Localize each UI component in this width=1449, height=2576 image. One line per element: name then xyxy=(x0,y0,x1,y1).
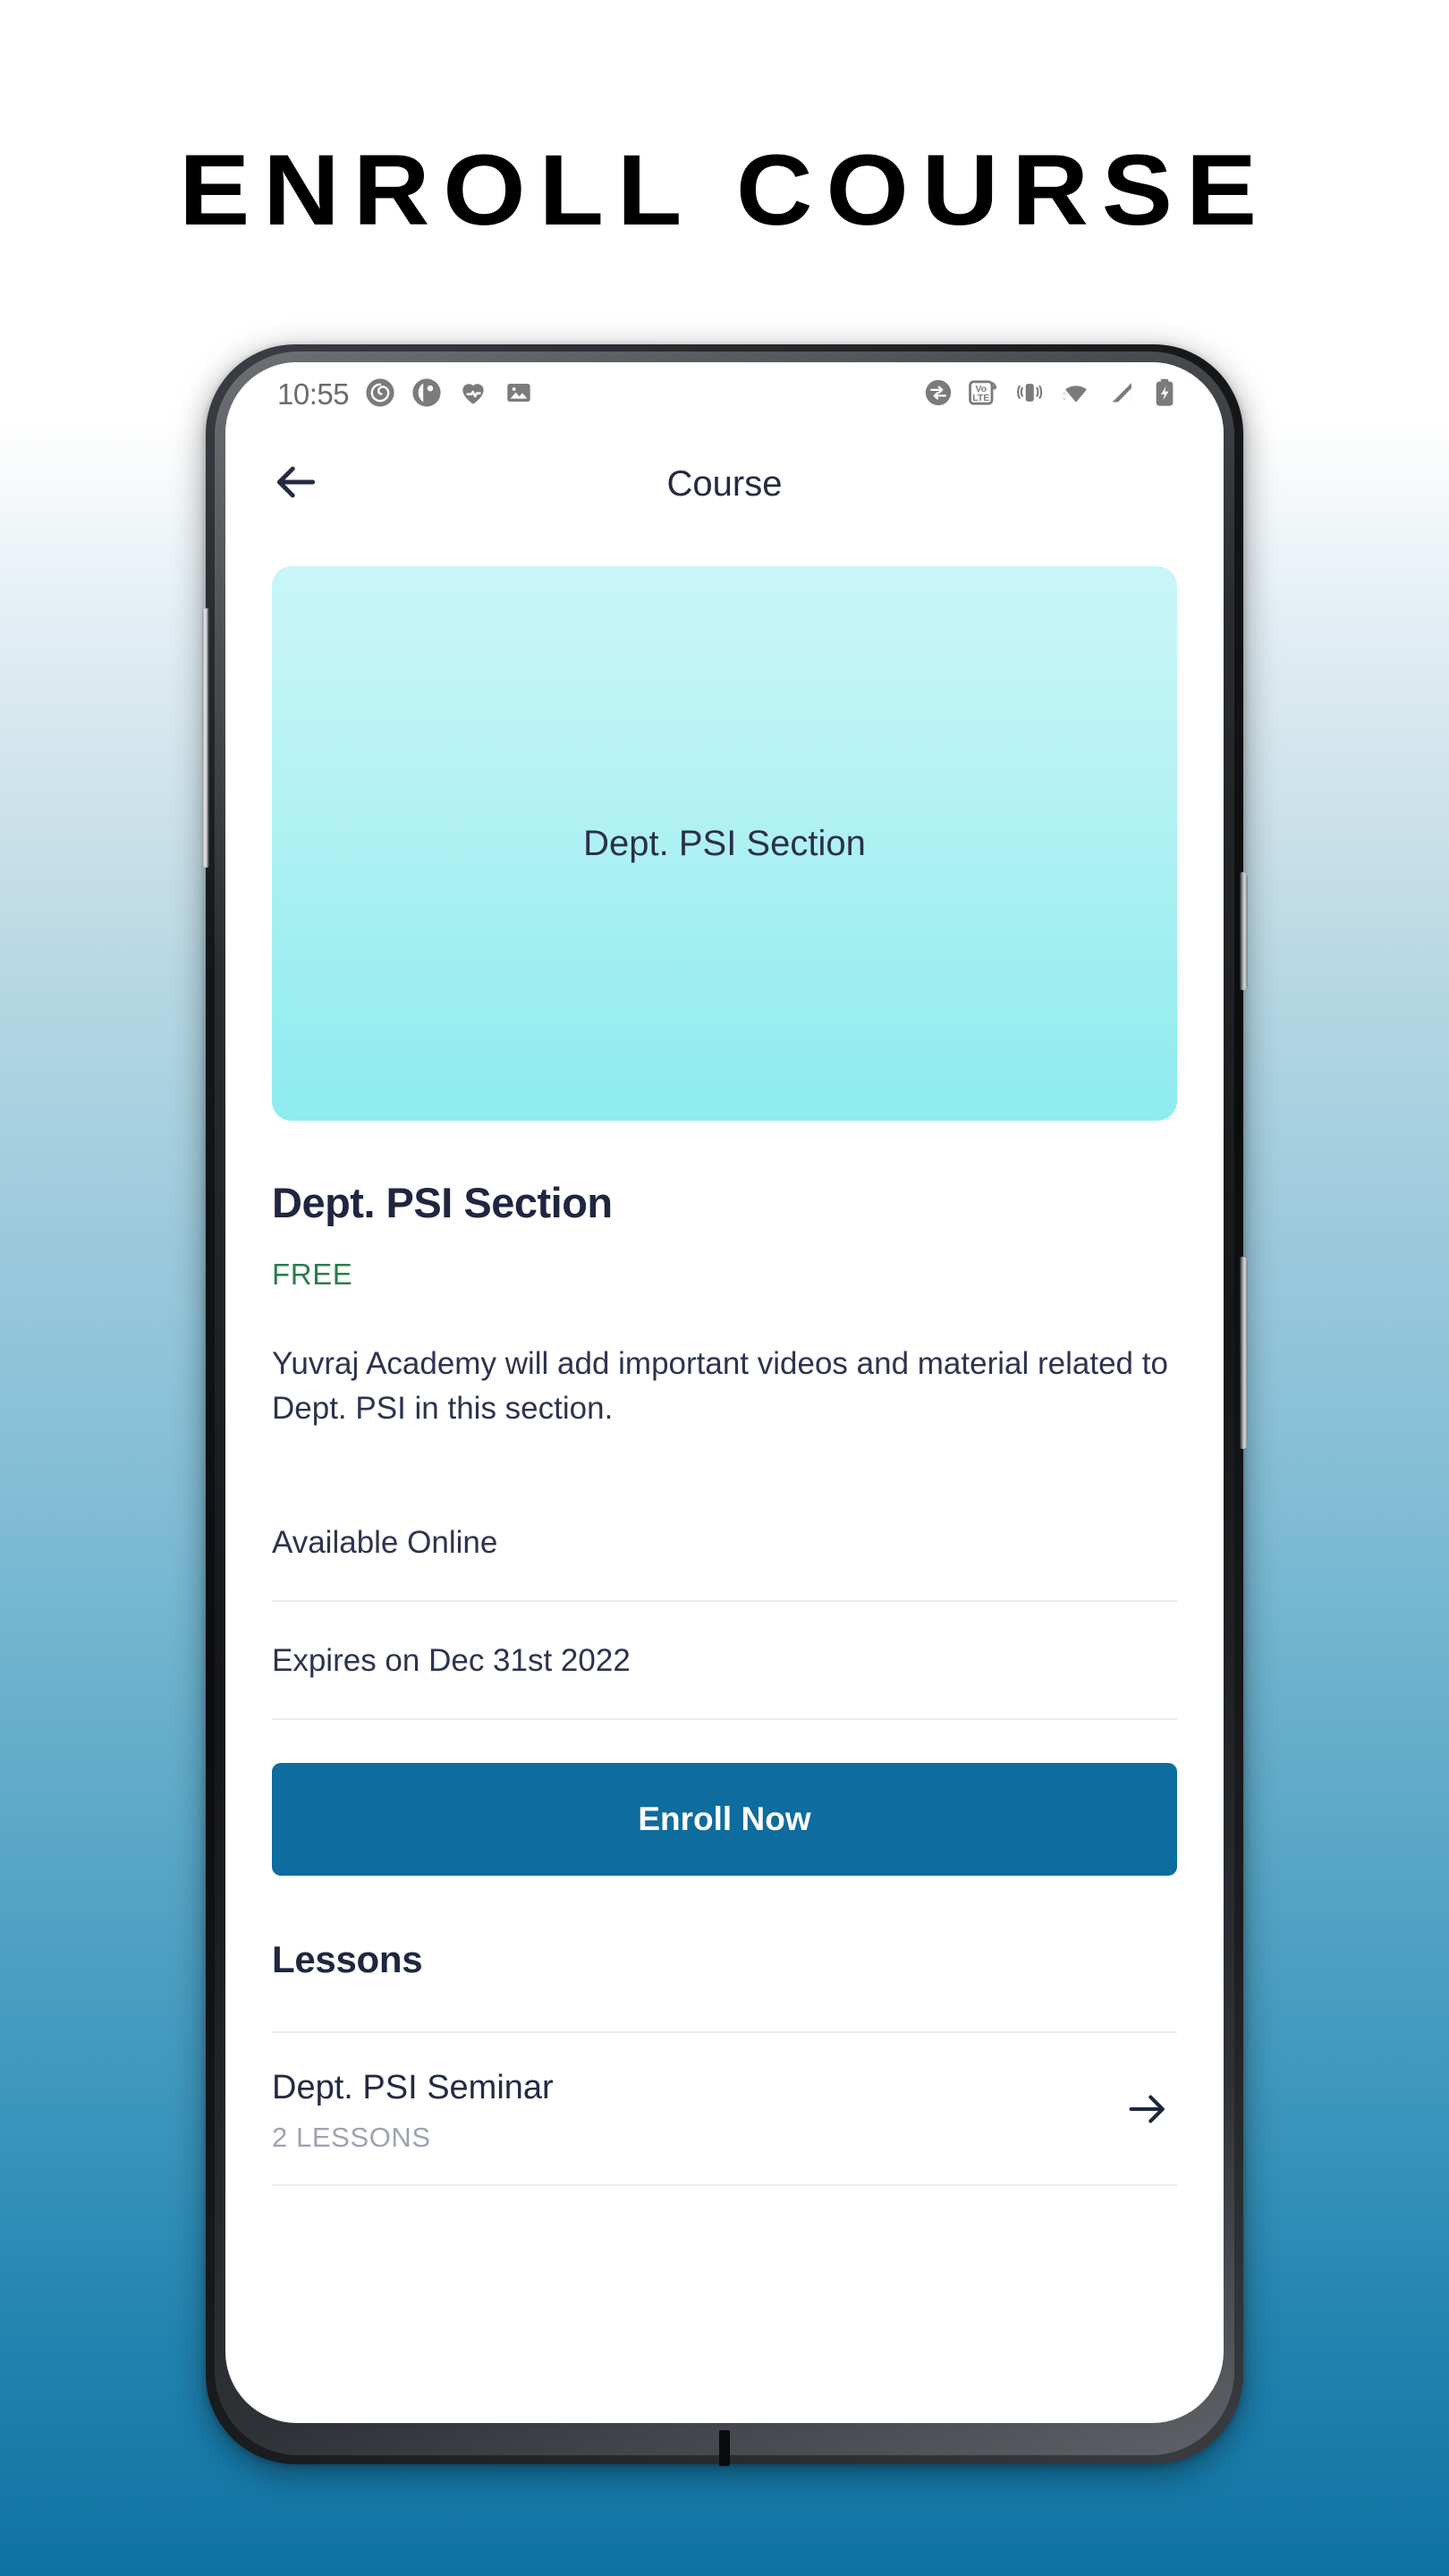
page-title: ENROLL COURSE xyxy=(179,134,1270,246)
course-title: Dept. PSI Section xyxy=(272,1179,613,1226)
signal-icon xyxy=(1107,377,1138,412)
contrast-app-icon xyxy=(411,377,442,412)
enroll-now-label: Enroll Now xyxy=(638,1800,811,1837)
list-item[interactable]: Dept. PSI Seminar 2 LESSONS xyxy=(272,2033,1177,2186)
course-content: Dept. PSI Section Dept. PSI Section FREE… xyxy=(225,566,1224,2186)
power-button[interactable] xyxy=(1240,872,1248,990)
app-bar: Course xyxy=(225,427,1224,541)
wifi-icon xyxy=(1059,377,1093,412)
image-icon xyxy=(504,378,533,411)
side-edge-button[interactable] xyxy=(202,608,209,868)
svg-text:LTE: LTE xyxy=(972,393,989,403)
lesson-text-group: Dept. PSI Seminar 2 LESSONS xyxy=(272,2069,554,2154)
course-expiry-row: Expires on Dec 31st 2022 xyxy=(272,1602,1177,1720)
course-price-badge: FREE xyxy=(272,1258,353,1291)
enroll-now-button[interactable]: Enroll Now xyxy=(272,1762,1177,1876)
antenna-line xyxy=(719,2430,730,2466)
heartbeat-icon xyxy=(458,377,488,412)
status-bar-right: Vo LTE xyxy=(923,377,1177,412)
status-bar: 10:55 Vo LTE xyxy=(225,362,1224,427)
lesson-count: 2 LESSONS xyxy=(272,2121,431,2153)
course-description: Yuvraj Academy will add important videos… xyxy=(272,1346,1168,1427)
lesson-title: Dept. PSI Seminar xyxy=(272,2068,554,2106)
course-availability-row: Available Online xyxy=(272,1484,1177,1602)
back-button[interactable] xyxy=(263,451,329,517)
phone-screen: 10:55 Vo LTE Course Dept. PSI Section De… xyxy=(225,362,1224,2423)
lessons-heading: Lessons xyxy=(272,1937,423,1980)
app-bar-title: Course xyxy=(666,463,783,504)
status-bar-left: 10:55 xyxy=(277,377,533,412)
volte-icon: Vo LTE xyxy=(968,377,1000,412)
page-root: ENROLL COURSE 10:55 Vo LTE Course Dept. … xyxy=(0,0,1449,2576)
vibrate-icon xyxy=(1014,377,1045,412)
arrow-left-icon xyxy=(271,457,321,512)
arrow-right-icon[interactable] xyxy=(1123,2086,1170,2137)
status-clock: 10:55 xyxy=(277,377,350,411)
hero-label: Dept. PSI Section xyxy=(583,823,866,863)
battery-charging-icon xyxy=(1152,377,1177,412)
course-hero-banner: Dept. PSI Section xyxy=(272,566,1177,1121)
phone-mockup: 10:55 Vo LTE Course Dept. PSI Section De… xyxy=(202,344,1248,2466)
spiral-app-icon xyxy=(365,377,395,412)
volume-button[interactable] xyxy=(1240,1257,1248,1449)
data-sync-icon xyxy=(923,377,953,412)
